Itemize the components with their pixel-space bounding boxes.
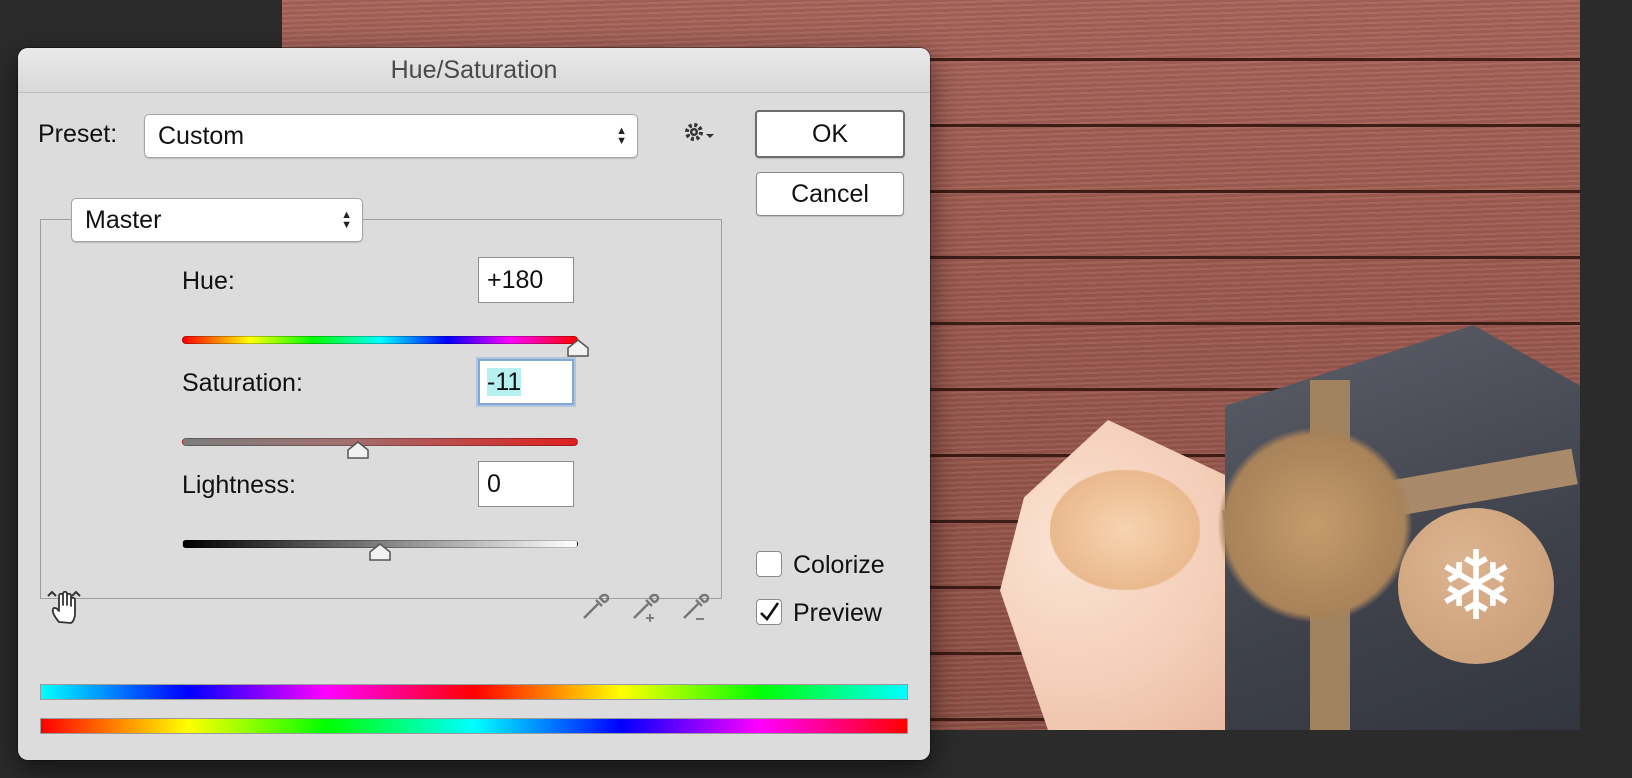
hue-value: +180 [487, 266, 544, 294]
pink-gift-bow [1050, 470, 1200, 590]
saturation-field[interactable]: -11 [478, 359, 574, 405]
snowflake-gift-tag: ❄ [1398, 508, 1554, 664]
preview-checkbox[interactable] [756, 599, 782, 625]
hue-field[interactable]: +180 [478, 257, 574, 303]
preset-select[interactable]: Custom ▲ ▼ [144, 114, 638, 158]
saturation-value: -11 [487, 368, 522, 396]
preset-label: Preset: [38, 120, 118, 148]
lightness-value: 0 [487, 470, 501, 498]
ok-button[interactable]: OK [755, 110, 905, 158]
hand-icon[interactable] [44, 588, 84, 633]
lightness-label: Lightness: [182, 471, 296, 499]
dialog-title: Hue/Saturation [18, 48, 930, 93]
preview-label: Preview [793, 599, 882, 627]
hue-saturation-dialog: Hue/Saturation Preset: Custom ▲ ▼ OK Canc… [18, 48, 930, 760]
eyedropper-icon[interactable] [578, 588, 614, 629]
eyedropper-minus-icon[interactable] [678, 588, 714, 629]
channel-select[interactable]: Master ▲ ▼ [71, 198, 363, 242]
gear-icon[interactable] [682, 120, 716, 151]
snowflake-icon: ❄ [1435, 530, 1517, 642]
select-arrows-icon: ▲ ▼ [616, 125, 627, 147]
eyedropper-plus-icon[interactable] [628, 588, 664, 629]
checkmark-icon [760, 602, 780, 622]
preset-value: Custom [158, 121, 245, 150]
select-arrows-icon: ▲ ▼ [341, 209, 352, 231]
gift-bow [1200, 410, 1430, 640]
channel-value: Master [85, 205, 162, 234]
hue-label: Hue: [182, 267, 235, 295]
original-color-spectrum [40, 718, 908, 734]
saturation-label: Saturation: [182, 369, 303, 397]
hue-slider-thumb[interactable] [567, 339, 589, 357]
hue-slider-track[interactable] [182, 336, 578, 344]
lightness-field[interactable]: 0 [478, 461, 574, 507]
saturation-slider-thumb[interactable] [347, 441, 369, 459]
colorize-label: Colorize [793, 551, 885, 579]
colorize-checkbox[interactable] [756, 551, 782, 577]
adjusted-color-spectrum [40, 684, 908, 700]
cancel-button[interactable]: Cancel [756, 172, 904, 216]
lightness-slider-thumb[interactable] [369, 543, 391, 561]
saturation-slider-track[interactable] [182, 438, 578, 446]
